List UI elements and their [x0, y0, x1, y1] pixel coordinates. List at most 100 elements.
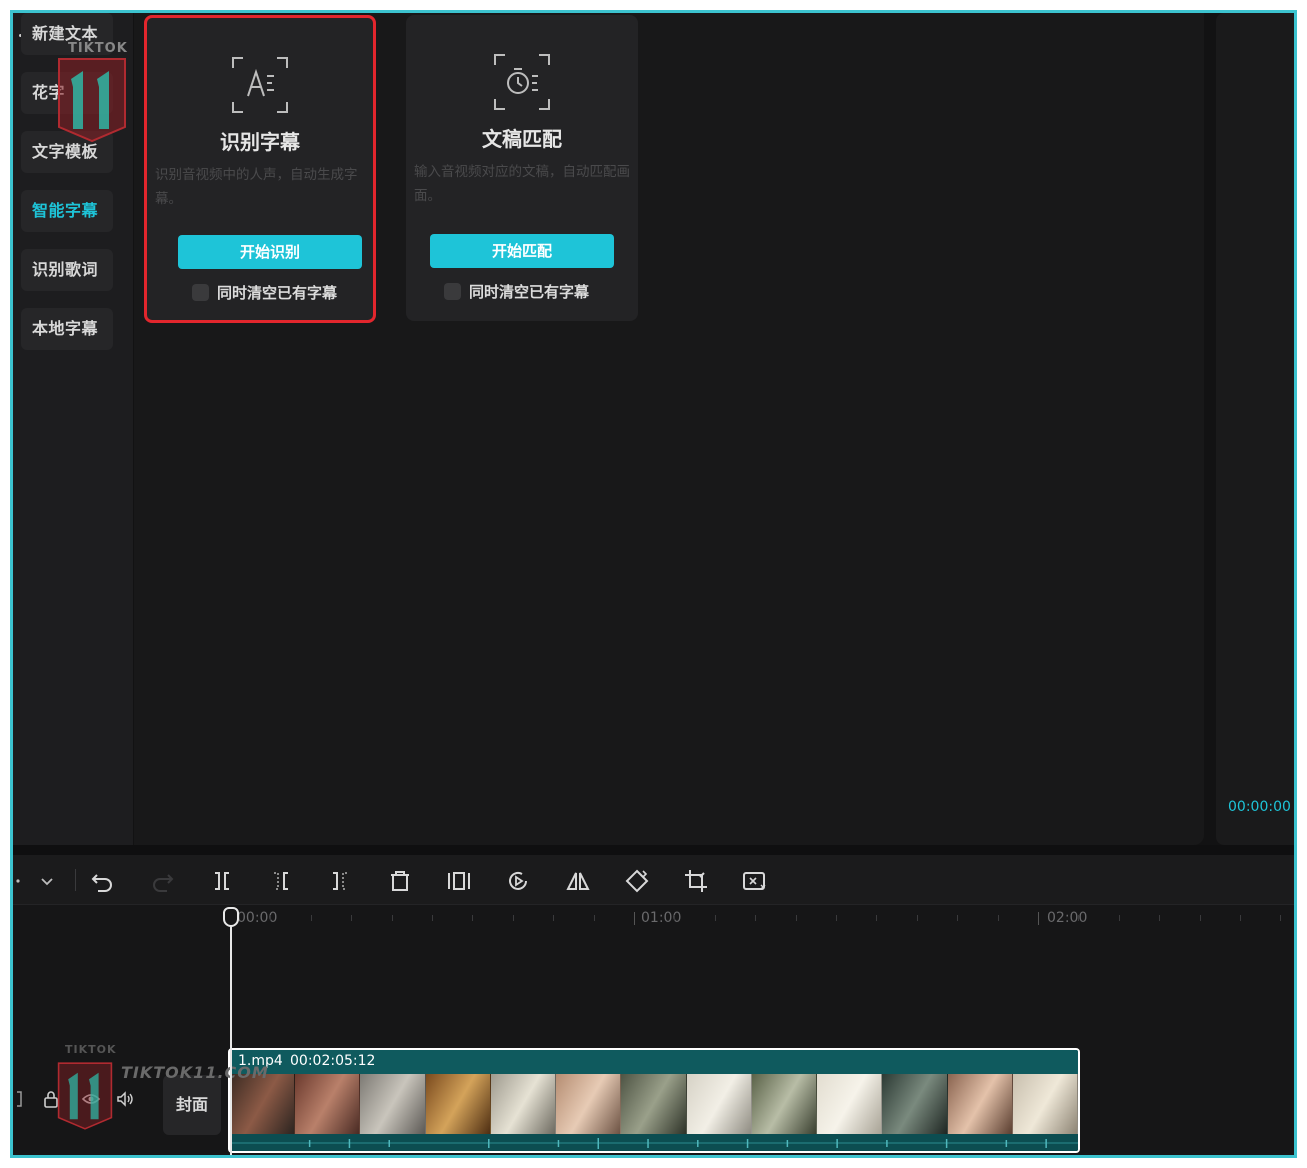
ruler-label: 02:00	[1047, 910, 1088, 926]
ruler-tick	[432, 915, 433, 921]
split-right-icon[interactable]	[327, 868, 353, 894]
watermark-site: TIKTOK11.COM	[121, 1063, 269, 1082]
ruler-tick	[917, 915, 918, 921]
sidebar-item-recognize-lyrics[interactable]: 识别歌词	[21, 249, 113, 291]
sidebar-item-smart-subtitle[interactable]: 智能字幕	[21, 190, 113, 232]
ruler-label: 01:00	[641, 910, 682, 926]
ruler-tick	[998, 915, 999, 921]
clip-thumbnail	[556, 1074, 622, 1134]
track-header: 封面	[13, 1045, 223, 1155]
video-clip[interactable]: 1.mp4 00:02:05:12	[228, 1048, 1080, 1153]
ruler-tick	[836, 915, 837, 921]
rotate-icon[interactable]	[624, 868, 650, 894]
delete-icon[interactable]	[387, 868, 413, 894]
clip-duration: 00:02:05:12	[290, 1053, 376, 1069]
clip-thumbnail	[1012, 1074, 1078, 1134]
select-cursor-icon[interactable]	[15, 868, 25, 894]
tiktok11-logo	[58, 58, 126, 143]
chevron-down-icon[interactable]	[37, 868, 57, 894]
ruler-tick	[1200, 915, 1201, 921]
freeze-frame-icon[interactable]	[446, 868, 472, 894]
ruler-tick	[270, 915, 271, 921]
clip-thumbnail	[882, 1074, 948, 1134]
clip-thumbnail	[425, 1074, 491, 1134]
clip-thumbnail	[490, 1074, 557, 1134]
start-recognize-button[interactable]: 开始识别	[178, 235, 362, 269]
start-match-button[interactable]: 开始匹配	[430, 234, 614, 268]
ruler-tick	[594, 915, 595, 921]
split-left-icon[interactable]	[268, 868, 294, 894]
ruler-tick	[311, 915, 312, 921]
toolbar-divider	[75, 869, 76, 891]
ruler-tick	[1119, 915, 1120, 921]
redo-icon[interactable]	[149, 868, 175, 894]
split-icon[interactable]	[209, 868, 235, 894]
card-description: 识别音视频中的人声，自动生成字幕。	[155, 167, 358, 207]
clip-thumbnail	[360, 1074, 426, 1134]
clip-thumbnail	[817, 1074, 883, 1134]
track-bracket-icon	[17, 1091, 22, 1107]
clip-thumbnail	[621, 1074, 687, 1134]
ruler-tick	[553, 915, 554, 921]
ruler-tick	[1280, 915, 1281, 921]
ruler-tick	[957, 915, 958, 921]
playhead-line	[230, 917, 232, 1155]
text-recognition-icon	[232, 57, 288, 113]
ruler-tick	[755, 915, 756, 921]
clear-existing-subtitles-option[interactable]: 同时清空已有字幕	[444, 281, 589, 301]
ruler-tick	[1240, 915, 1241, 921]
recognize-subtitle-card: 识别字幕 识别音视频中的人声，自动生成字幕。 开始识别 同时清空已有字幕	[144, 15, 376, 323]
preview-timecode: 00:00:00	[1228, 799, 1291, 815]
ruler-tick	[513, 915, 514, 921]
cover-button[interactable]: 封面	[163, 1075, 221, 1135]
checkbox-label: 同时清空已有字幕	[469, 282, 590, 301]
playhead-handle[interactable]	[223, 907, 239, 927]
app-window: 新建文本 花字 文字模板 智能字幕 识别歌词 本地字幕 识别字幕 识别音视频中的…	[10, 10, 1297, 1158]
mirror-icon[interactable]	[565, 868, 591, 894]
ruler-tick	[674, 915, 675, 921]
clip-thumbnail	[751, 1074, 818, 1134]
clip-thumbnails	[230, 1074, 1078, 1134]
clip-thumbnail	[947, 1074, 1013, 1134]
ruler-label: 00:00	[237, 910, 278, 926]
ruler-tick	[472, 915, 473, 921]
video-track: 封面 1.mp4 00:02:05:12 TIKTOK TIKTOK11.COM	[13, 1043, 1294, 1155]
audio-waveform	[230, 1134, 1078, 1151]
timeline-ruler[interactable]: 00:00 01:00 02:00	[13, 906, 1294, 936]
clip-thumbnail	[295, 1074, 361, 1134]
ruler-tick	[1159, 915, 1160, 921]
preview-panel	[1216, 13, 1294, 845]
undo-icon[interactable]	[90, 868, 116, 894]
editor-top-area: 新建文本 花字 文字模板 智能字幕 识别歌词 本地字幕 识别字幕 识别音视频中的…	[13, 13, 1294, 845]
timeline-toolbar	[13, 855, 1294, 905]
reverse-play-icon[interactable]	[505, 868, 531, 894]
script-match-card: 文稿匹配 输入音视频对应的文稿，自动匹配画面。 开始匹配 同时清空已有字幕	[406, 15, 638, 321]
tiktok11-logo	[57, 1062, 113, 1130]
timer-text-icon	[494, 54, 550, 110]
auto-reframe-icon[interactable]	[742, 868, 768, 894]
timeline-panel: 00:00 01:00 02:00 封面 1.mp4 00:02:05:12 T…	[13, 855, 1294, 1155]
checkbox-label: 同时清空已有字幕	[217, 283, 338, 302]
volume-icon[interactable]	[115, 1089, 135, 1109]
clear-existing-subtitles-option[interactable]: 同时清空已有字幕	[192, 282, 337, 302]
ruler-tick	[634, 912, 635, 925]
watermark-brand: TIKTOK	[68, 41, 128, 56]
card-title: 识别字幕	[220, 130, 300, 154]
ruler-tick	[1078, 915, 1079, 921]
clip-header: 1.mp4 00:02:05:12	[230, 1050, 1078, 1074]
ruler-tick	[392, 915, 393, 921]
ruler-tick	[715, 915, 716, 921]
clear-subtitles-checkbox[interactable]	[444, 282, 461, 300]
watermark-brand: TIKTOK	[65, 1043, 117, 1056]
ruler-tick	[351, 915, 352, 921]
clip-thumbnail	[230, 1074, 296, 1134]
ruler-tick	[876, 915, 877, 921]
clip-thumbnail	[686, 1074, 752, 1134]
clear-subtitles-checkbox[interactable]	[192, 283, 209, 301]
sidebar-item-local-subtitle[interactable]: 本地字幕	[21, 308, 113, 350]
card-title: 文稿匹配	[482, 127, 562, 151]
card-description: 输入音视频对应的文稿，自动匹配画面。	[414, 164, 630, 204]
ruler-tick	[796, 915, 797, 921]
crop-icon[interactable]	[683, 868, 709, 894]
ruler-tick	[1038, 912, 1039, 925]
